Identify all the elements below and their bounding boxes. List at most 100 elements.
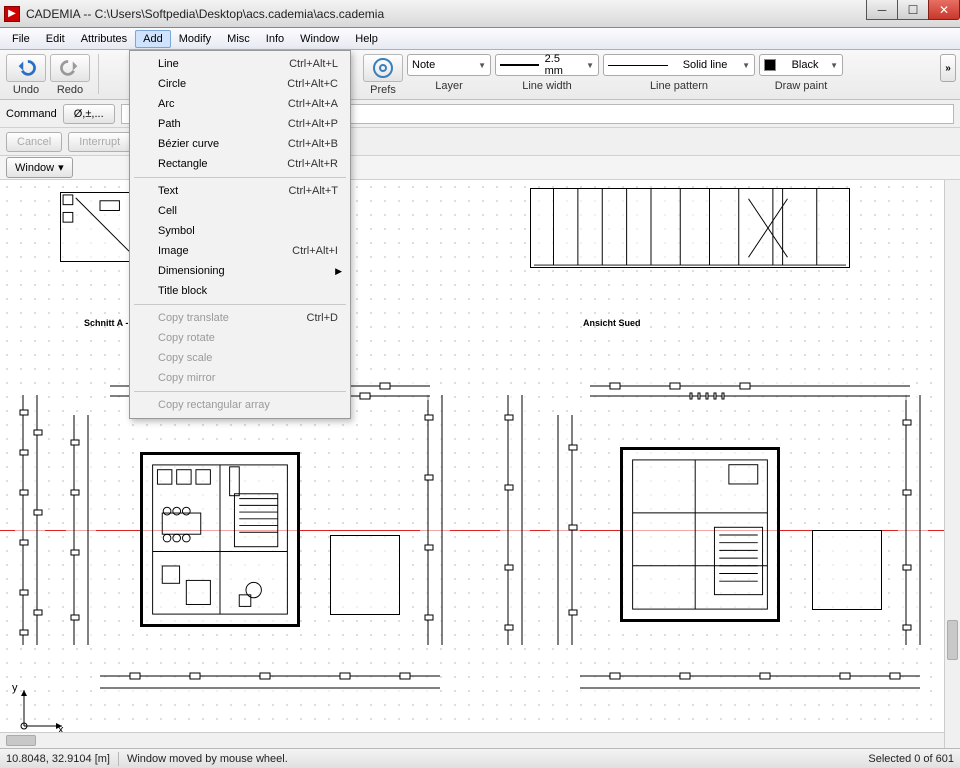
undo-label: Undo xyxy=(13,84,39,96)
menu-add[interactable]: Add xyxy=(135,30,171,48)
menubar: File Edit Attributes Add Modify Misc Inf… xyxy=(0,28,960,50)
undo-icon xyxy=(15,58,37,79)
menu-item-label: Rectangle xyxy=(158,158,287,170)
menu-attributes[interactable]: Attributes xyxy=(73,30,135,48)
chevron-down-icon: ▼ xyxy=(830,61,838,70)
plan-label-right: Ansicht Sued xyxy=(583,318,641,328)
menu-item-copy-translate: Copy translateCtrl+D xyxy=(132,308,348,328)
menu-item-shortcut: Ctrl+Alt+I xyxy=(292,245,344,257)
scroll-thumb[interactable] xyxy=(947,620,958,660)
menu-item-copy-scale: Copy scale xyxy=(132,348,348,368)
menu-item-shortcut: Ctrl+Alt+L xyxy=(289,58,344,70)
menu-item-label: Dimensioning xyxy=(158,265,335,277)
menu-item-circle[interactable]: CircleCtrl+Alt+C xyxy=(132,74,348,94)
menu-item-label: Copy rotate xyxy=(158,332,338,344)
linewidth-value: 2.5 mm xyxy=(545,53,580,77)
menu-separator xyxy=(134,177,346,178)
toolbar-separator xyxy=(98,54,99,94)
menu-item-text[interactable]: TextCtrl+Alt+T xyxy=(132,181,348,201)
status-coords: 10.8048, 32.9104 [m] xyxy=(6,753,110,765)
menu-item-label: Image xyxy=(158,245,292,257)
command-label: Command xyxy=(6,108,57,120)
menu-item-symbol[interactable]: Symbol xyxy=(132,221,348,241)
menu-item-copy-rotate: Copy rotate xyxy=(132,328,348,348)
interrupt-button[interactable]: Interrupt xyxy=(68,132,131,152)
menu-item-label: Copy rectangular array xyxy=(158,399,338,411)
menu-item-label: Copy mirror xyxy=(158,372,338,384)
vertical-scrollbar[interactable] xyxy=(944,180,960,748)
scroll-thumb[interactable] xyxy=(6,735,36,746)
menu-item-shortcut: Ctrl+Alt+B xyxy=(288,138,344,150)
menu-info[interactable]: Info xyxy=(258,30,292,48)
linewidth-combo[interactable]: 2.5 mm ▼ xyxy=(495,54,599,76)
menu-item-title-block[interactable]: Title block xyxy=(132,281,348,301)
horizontal-scrollbar[interactable] xyxy=(0,732,944,748)
chevron-down-icon: ▼ xyxy=(586,61,594,70)
drawpaint-combo[interactable]: Black ▼ xyxy=(759,54,843,76)
menu-item-label: Cell xyxy=(158,205,338,217)
menu-item-image[interactable]: ImageCtrl+Alt+I xyxy=(132,241,348,261)
dimension-row-bottom-right xyxy=(580,668,920,692)
linepattern-label: Line pattern xyxy=(650,80,708,92)
prefs-label: Prefs xyxy=(370,84,396,96)
menu-item-shortcut: Ctrl+D xyxy=(307,312,344,324)
menu-item-arc[interactable]: ArcCtrl+Alt+A xyxy=(132,94,348,114)
menu-modify[interactable]: Modify xyxy=(171,30,219,48)
menu-item-dimensioning[interactable]: Dimensioning▶ xyxy=(132,261,348,281)
drawpaint-label: Draw paint xyxy=(775,80,828,92)
floor-plan-left xyxy=(140,452,300,627)
close-button[interactable]: ✕ xyxy=(928,0,960,20)
redo-button[interactable] xyxy=(50,54,90,82)
menu-edit[interactable]: Edit xyxy=(38,30,73,48)
menu-item-label: Path xyxy=(158,118,288,130)
menu-misc[interactable]: Misc xyxy=(219,30,258,48)
linepattern-combo[interactable]: Solid line ▼ xyxy=(603,54,755,76)
layer-combo[interactable]: Note ▼ xyxy=(407,54,491,76)
menu-item-rectangle[interactable]: RectangleCtrl+Alt+R xyxy=(132,154,348,174)
dimension-row-top-right xyxy=(590,378,910,400)
menu-help[interactable]: Help xyxy=(347,30,386,48)
menu-item-label: Circle xyxy=(158,78,287,90)
menu-item-cell[interactable]: Cell xyxy=(132,201,348,221)
chevron-down-icon: ▾ xyxy=(58,161,64,174)
prefs-button[interactable] xyxy=(363,54,403,82)
redo-icon xyxy=(59,58,81,79)
menu-separator xyxy=(134,391,346,392)
cancel-button[interactable]: Cancel xyxy=(6,132,62,152)
garage-right xyxy=(812,530,882,610)
menu-item-shortcut: Ctrl+Alt+P xyxy=(288,118,344,130)
window-dropdown[interactable]: Window ▾ xyxy=(6,157,73,178)
chevron-down-icon: ▼ xyxy=(742,61,750,70)
garage-left xyxy=(330,535,400,615)
menu-item-b-zier-curve[interactable]: Bézier curveCtrl+Alt+B xyxy=(132,134,348,154)
menu-item-line[interactable]: LineCtrl+Alt+L xyxy=(132,54,348,74)
window-titlebar: ▶ CADEMIA -- C:\Users\Softpedia\Desktop\… xyxy=(0,0,960,28)
menu-item-path[interactable]: PathCtrl+Alt+P xyxy=(132,114,348,134)
dimension-column-right-2 xyxy=(898,395,928,645)
minimize-button[interactable]: ─ xyxy=(866,0,898,20)
menu-item-shortcut: Ctrl+Alt+R xyxy=(287,158,344,170)
menu-window[interactable]: Window xyxy=(292,30,347,48)
window-dropdown-label: Window xyxy=(15,162,54,174)
menu-item-label: Copy scale xyxy=(158,352,338,364)
line-pattern-icon xyxy=(608,65,668,66)
undo-button[interactable] xyxy=(6,54,46,82)
menu-item-copy-rectangular-array: Copy rectangular array xyxy=(132,395,348,415)
color-swatch-icon xyxy=(764,59,776,71)
axis-indicator: x y xyxy=(10,682,70,738)
statusbar: 10.8048, 32.9104 [m] Window moved by mou… xyxy=(0,748,960,768)
menu-item-label: Bézier curve xyxy=(158,138,288,150)
dimension-row-bottom-left xyxy=(100,668,440,692)
menu-separator xyxy=(134,304,346,305)
menu-item-label: Copy translate xyxy=(158,312,307,324)
gear-icon xyxy=(373,58,393,78)
dimension-column-left xyxy=(15,395,45,645)
maximize-button[interactable]: ☐ xyxy=(897,0,929,20)
toolbar-overflow-button[interactable]: » xyxy=(940,54,956,82)
menu-file[interactable]: File xyxy=(4,30,38,48)
redo-label: Redo xyxy=(57,84,83,96)
elevation-drawing xyxy=(530,188,850,268)
symbols-button[interactable]: Ø,±,... xyxy=(63,104,115,124)
status-selection: Selected 0 of 601 xyxy=(868,753,954,765)
layer-label: Layer xyxy=(435,80,463,92)
